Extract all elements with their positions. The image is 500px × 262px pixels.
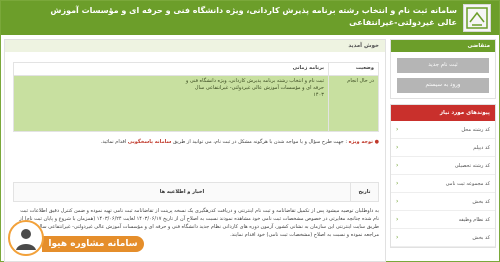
sidebar-link-district-code-2[interactable]: کد بخش ‹ xyxy=(391,229,495,247)
sidebar-link-military-service-code[interactable]: کد نظام وظیفه ‹ xyxy=(391,211,495,229)
new-registration-button[interactable]: ثبت نام جدید xyxy=(397,58,489,73)
watermark: سامانه مشاوره هیوا xyxy=(4,216,144,260)
notice-bullet-icon: ● xyxy=(374,139,379,145)
status-cell: در حال انجام xyxy=(328,75,379,132)
sidebar-link-registration-group-code[interactable]: کد مجموعه ثبت نامی ‹ xyxy=(391,175,495,193)
applicant-heading: متقاضی xyxy=(391,40,495,52)
schedule-cell-text: ثبت نام و انتخاب رشته برنامه پذیرش کاردا… xyxy=(185,78,324,98)
sidebar: متقاضی ثبت نام جدید ورود به سیستم پیونده… xyxy=(390,39,496,248)
required-links-box: پیوندهای مورد نیاز کد رشته محل ‹ کد دیپلم… xyxy=(390,104,496,248)
login-button[interactable]: ورود به سیستم xyxy=(397,78,489,93)
chevron-left-icon: ‹ xyxy=(396,198,399,205)
chevron-left-icon: ‹ xyxy=(396,180,399,187)
status-column-header: وضعیت xyxy=(328,62,379,76)
chevron-left-icon: ‹ xyxy=(396,126,399,133)
watermark-text: سامانه مشاوره هیوا xyxy=(42,236,144,252)
chevron-left-icon: ‹ xyxy=(396,162,399,169)
schedule-table: وضعیت برنامه زمانی در حال انجام ثبت نام … xyxy=(13,62,379,132)
notice-label: توجه ویژه xyxy=(348,139,374,145)
applicant-box: متقاضی ثبت نام جدید ورود به سیستم xyxy=(390,39,496,99)
news-date-column-header: تاریخ xyxy=(350,183,378,201)
news-title-column-header: اخبار و اطلاعیه ها xyxy=(159,189,205,195)
notice-text-after: اقدام نمائید. xyxy=(100,139,127,145)
chevron-left-icon: ‹ xyxy=(396,216,399,223)
schedule-column-header: برنامه زمانی xyxy=(13,62,329,76)
organization-logo-icon xyxy=(463,4,491,32)
sidebar-link-field-location-code[interactable]: کد رشته محل ‹ xyxy=(391,121,495,139)
required-links-heading: پیوندهای مورد نیاز xyxy=(391,105,495,121)
schedule-cell: ثبت نام و انتخاب رشته برنامه پذیرش کاردا… xyxy=(13,75,329,132)
support-system-link[interactable]: سامانه پاسخگویی xyxy=(128,139,172,145)
welcome-heading: خوش آمدید xyxy=(5,40,385,52)
sidebar-link-district-code[interactable]: کد بخش ‹ xyxy=(391,193,495,211)
chevron-left-icon: ‹ xyxy=(396,234,399,241)
chevron-left-icon: ‹ xyxy=(396,144,399,151)
notice-text-before: : جهت طرح سؤال و یا مواجه شدن با هرگونه … xyxy=(173,139,347,145)
sidebar-link-field-of-study-code[interactable]: کد رشته تحصیلی ‹ xyxy=(391,157,495,175)
site-title: سامانه ثبت نام و انتخاب رشته برنامه پذیر… xyxy=(50,6,457,27)
schedule-table-header: وضعیت برنامه زمانی xyxy=(13,62,379,76)
special-notice: ● توجه ویژه : جهت طرح سؤال و یا مواجه شد… xyxy=(13,138,379,146)
news-table-header: تاریخ اخبار و اطلاعیه ها xyxy=(13,182,379,202)
watermark-logo-icon xyxy=(8,220,44,256)
sidebar-link-diploma-code[interactable]: کد دیپلم ‹ xyxy=(391,139,495,157)
table-row: در حال انجام ثبت نام و انتخاب رشته برنام… xyxy=(13,75,379,132)
site-header: سامانه ثبت نام و انتخاب رشته برنامه پذیر… xyxy=(1,1,499,35)
